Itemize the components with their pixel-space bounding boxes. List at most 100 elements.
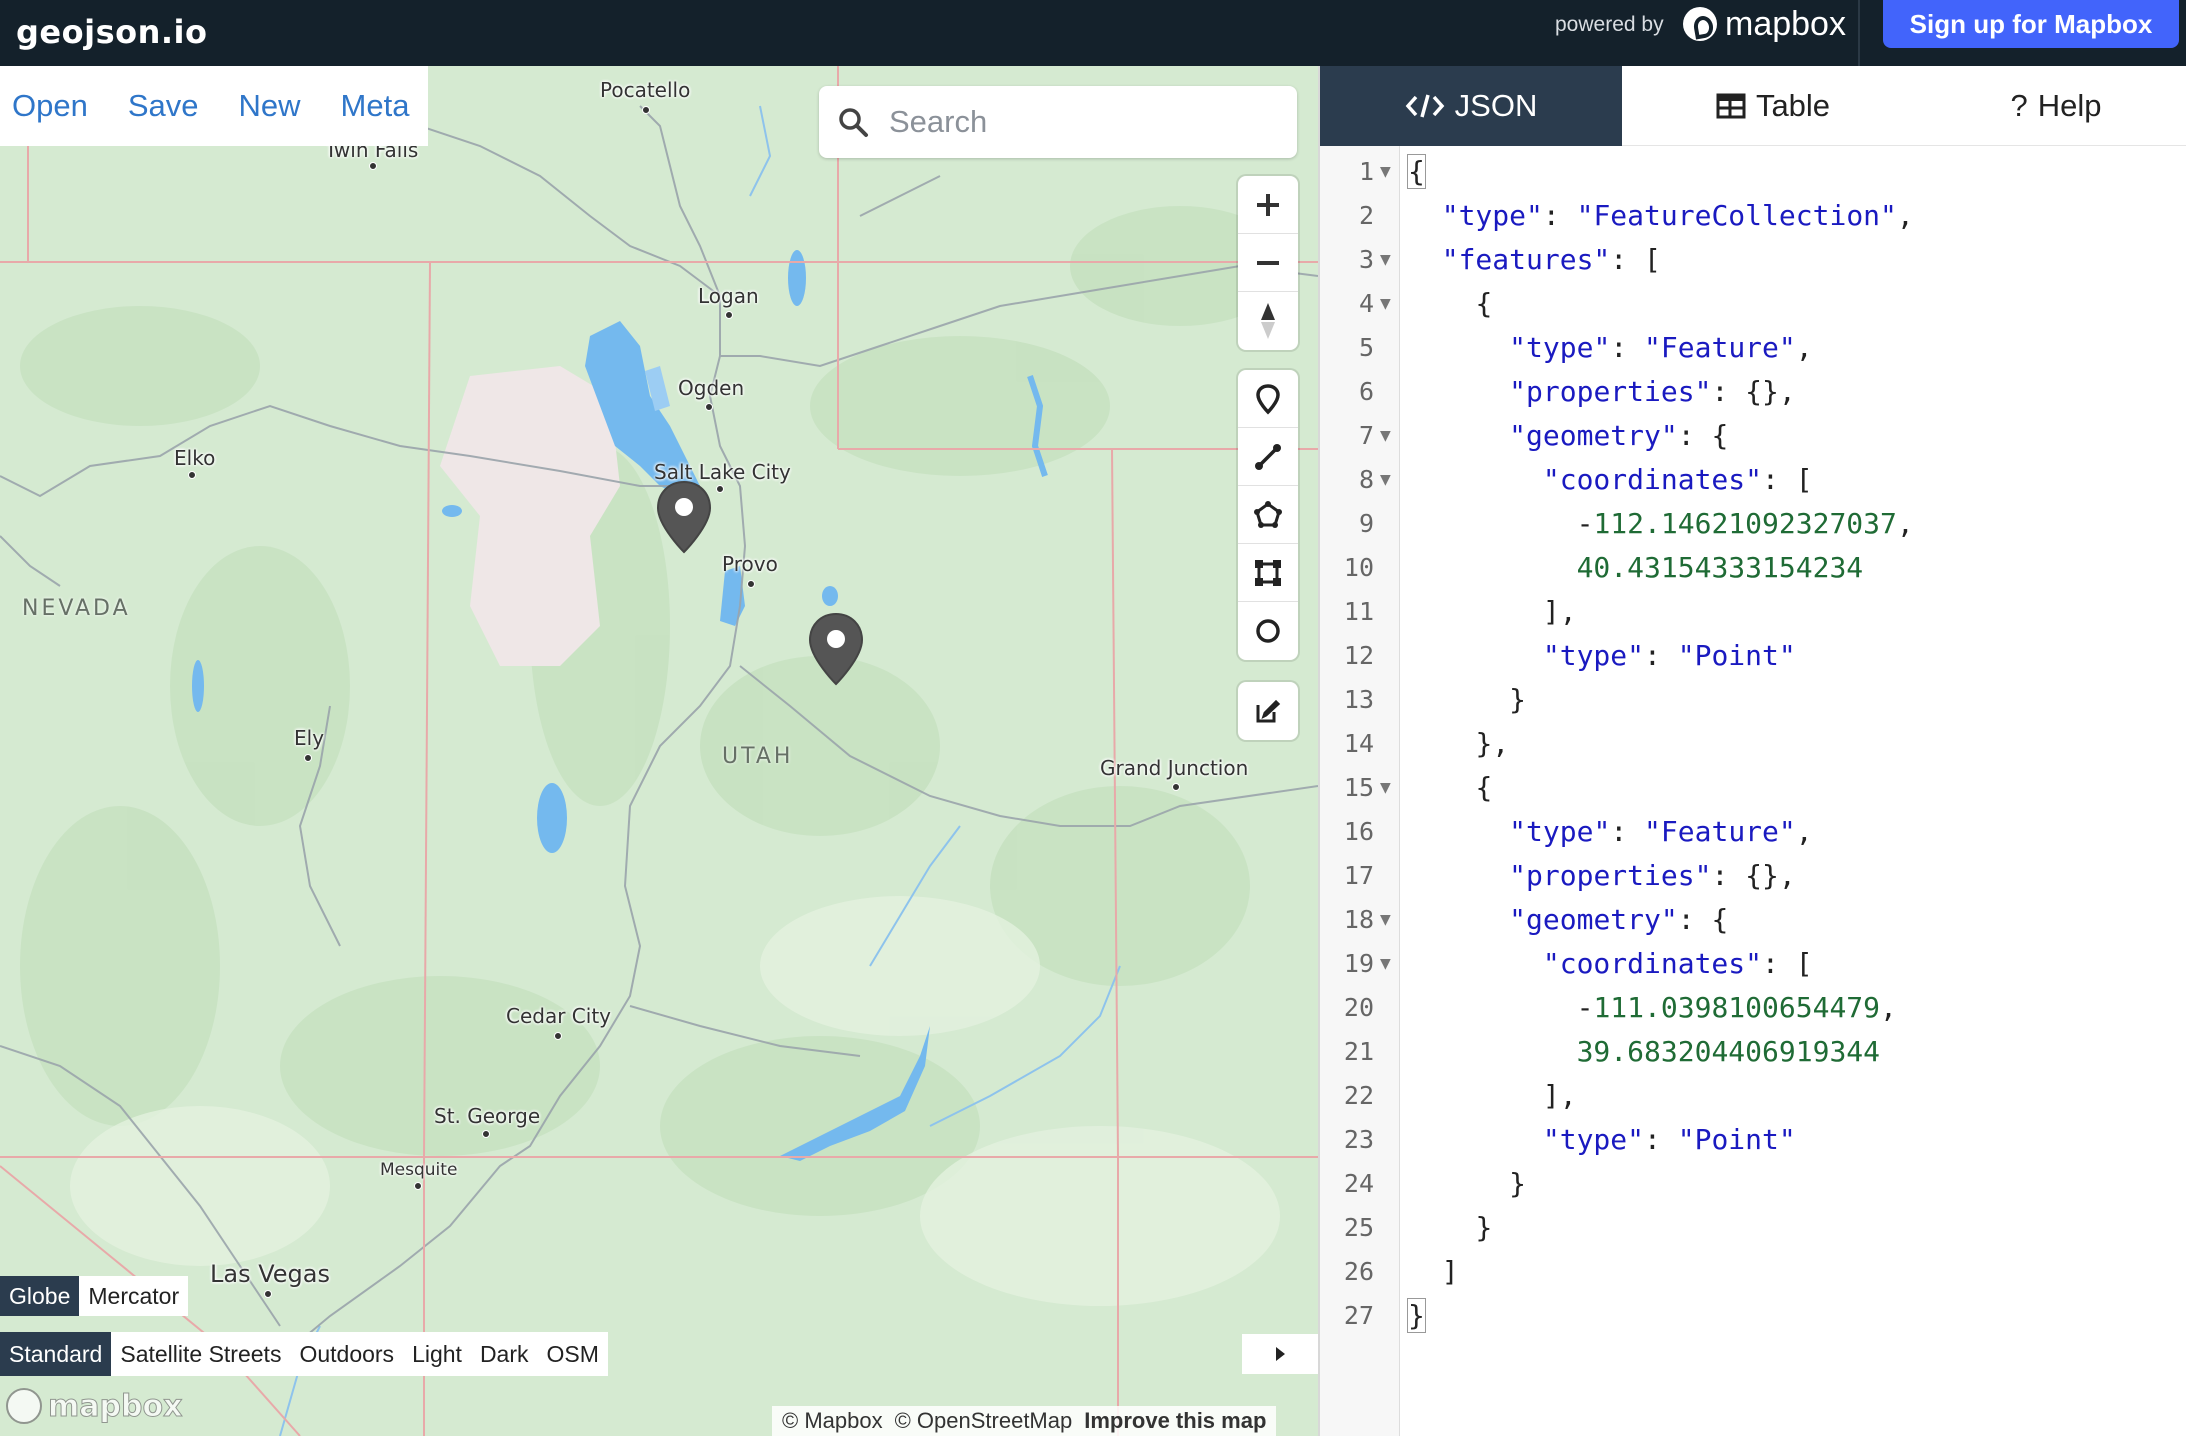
city-label-pocatello: Pocatello	[600, 78, 691, 102]
edit-controls	[1238, 682, 1298, 740]
editor-line[interactable]: 25 }	[1320, 1206, 2186, 1250]
editor-line[interactable]: 19 ▼ "coordinates": [	[1320, 942, 2186, 986]
style-satellite-streets[interactable]: Satellite Streets	[111, 1332, 291, 1376]
editor-line[interactable]: 2 "type": "FeatureCollection",	[1320, 194, 2186, 238]
fold-toggle-icon[interactable]: ▼	[1380, 458, 1391, 502]
search-box[interactable]: Search	[819, 86, 1297, 158]
editor-line[interactable]: 12 "type": "Point"	[1320, 634, 2186, 678]
compass-button[interactable]	[1238, 292, 1298, 350]
editor-line[interactable]: 20 -111.0398100654479,	[1320, 986, 2186, 1030]
draw-circle-button[interactable]	[1238, 602, 1298, 660]
style-light[interactable]: Light	[403, 1332, 471, 1376]
mapbox-logo-icon	[1683, 7, 1717, 41]
editor-line[interactable]: 4 ▼ {	[1320, 282, 2186, 326]
fold-toggle-icon[interactable]: ▼	[1380, 898, 1391, 942]
style-standard[interactable]: Standard	[0, 1332, 112, 1376]
editor-line[interactable]: 10 40.43154333154234	[1320, 546, 2186, 590]
mapbox-logo[interactable]: mapbox	[1683, 4, 1846, 44]
mapbox-wordmark[interactable]: mapbox	[6, 1388, 183, 1424]
editor-line[interactable]: 21 39.683204406919344	[1320, 1030, 2186, 1074]
projection-mercator[interactable]: Mercator	[79, 1276, 189, 1316]
style-outdoors[interactable]: Outdoors	[290, 1332, 404, 1376]
app-brand[interactable]: geojson.io	[16, 6, 207, 58]
collapse-panel-button[interactable]	[1242, 1334, 1318, 1374]
code-token: }	[1509, 1167, 1527, 1200]
fold-toggle-icon[interactable]: ▼	[1380, 942, 1391, 986]
draw-polygon-button[interactable]	[1238, 486, 1298, 544]
map-marker-1[interactable]	[656, 480, 712, 556]
attribution-mapbox[interactable]: © Mapbox	[782, 1408, 883, 1434]
line-content: }	[1408, 1162, 1526, 1206]
editor-line[interactable]: 18 ▼ "geometry": {	[1320, 898, 2186, 942]
edit-features-button[interactable]	[1238, 682, 1298, 740]
code-token: "Point"	[1677, 1123, 1796, 1156]
menu-save[interactable]: Save	[128, 88, 199, 124]
editor-line[interactable]: 7 ▼ "geometry": {	[1320, 414, 2186, 458]
editor-line[interactable]: 24 }	[1320, 1162, 2186, 1206]
attribution-osm[interactable]: © OpenStreetMap	[895, 1408, 1073, 1434]
line-content: "type": "Feature",	[1408, 810, 1813, 854]
menu-meta[interactable]: Meta	[341, 88, 410, 124]
draw-line-button[interactable]	[1238, 428, 1298, 486]
editor-line[interactable]: 1 ▼ {	[1320, 150, 2186, 194]
state-label-utah: UTAH	[722, 744, 794, 769]
editor-line[interactable]: 5 "type": "Feature",	[1320, 326, 2186, 370]
fold-toggle-icon[interactable]: ▼	[1380, 282, 1391, 326]
code-token: {	[1407, 154, 1426, 189]
code-token: ,	[1795, 815, 1813, 848]
tab-json[interactable]: JSON	[1320, 66, 1622, 146]
code-token: ,	[1896, 507, 1914, 540]
menu-open[interactable]: Open	[12, 88, 88, 124]
attribution-improve-map[interactable]: Improve this map	[1084, 1408, 1266, 1434]
tab-table[interactable]: Table	[1622, 66, 1924, 146]
fold-toggle-icon[interactable]: ▼	[1380, 766, 1391, 810]
editor-line[interactable]: 22 ],	[1320, 1074, 2186, 1118]
file-menu: Open Save New Meta	[0, 66, 428, 146]
zoom-out-button[interactable]	[1238, 234, 1298, 292]
style-osm[interactable]: OSM	[537, 1332, 608, 1376]
line-number: 15	[1343, 773, 1374, 802]
editor-line[interactable]: 14 },	[1320, 722, 2186, 766]
code-token: : {},	[1711, 859, 1796, 892]
tab-help-label: Help	[2037, 88, 2102, 123]
draw-rectangle-button[interactable]	[1238, 544, 1298, 602]
style-dark[interactable]: Dark	[470, 1332, 538, 1376]
editor-line[interactable]: 11 ],	[1320, 590, 2186, 634]
map-marker-2[interactable]	[808, 612, 864, 688]
style-toggle: Standard Satellite Streets Outdoors Ligh…	[0, 1332, 608, 1376]
line-content: 39.683204406919344	[1408, 1030, 1880, 1074]
code-token: ]	[1441, 1255, 1459, 1288]
editor-line[interactable]: 17 "properties": {},	[1320, 854, 2186, 898]
editor-line[interactable]: 8 ▼ "coordinates": [	[1320, 458, 2186, 502]
editor-line[interactable]: 16 "type": "Feature",	[1320, 810, 2186, 854]
editor-line[interactable]: 13 }	[1320, 678, 2186, 722]
city-dot-pocatello	[642, 106, 650, 114]
tab-help[interactable]: ? Help	[1924, 66, 2186, 146]
editor-line[interactable]: 6 "properties": {},	[1320, 370, 2186, 414]
fold-toggle-icon[interactable]: ▼	[1380, 414, 1391, 458]
fold-toggle-icon[interactable]: ▼	[1380, 238, 1391, 282]
editor-line[interactable]: 23 "type": "Point"	[1320, 1118, 2186, 1162]
projection-globe[interactable]: Globe	[0, 1276, 80, 1316]
code-token: "type"	[1542, 639, 1645, 672]
editor-line[interactable]: 15 ▼ {	[1320, 766, 2186, 810]
map-canvas[interactable]: Pocatello Twin Falls Logan Ogden Salt La…	[0, 66, 1318, 1436]
menu-new[interactable]: New	[239, 88, 301, 124]
line-content: "geometry": {	[1408, 414, 1728, 458]
draw-point-button[interactable]	[1238, 370, 1298, 428]
polygon-draw-icon	[1254, 500, 1282, 528]
line-number: 14	[1343, 729, 1374, 758]
editor-line[interactable]: 27}	[1320, 1294, 2186, 1338]
fold-toggle-icon[interactable]: ▼	[1380, 150, 1391, 194]
line-number: 17	[1343, 861, 1374, 890]
line-content: -112.14621092327037,	[1408, 502, 1914, 546]
editor-line[interactable]: 9 -112.14621092327037,	[1320, 502, 2186, 546]
search-input[interactable]: Search	[889, 104, 987, 140]
line-content: "features": [	[1408, 238, 1661, 282]
editor-line[interactable]: 3 ▼ "features": [	[1320, 238, 2186, 282]
signup-button[interactable]: Sign up for Mapbox	[1883, 0, 2179, 48]
zoom-in-button[interactable]	[1238, 176, 1298, 234]
line-draw-icon	[1255, 443, 1281, 470]
editor-line[interactable]: 26 ]	[1320, 1250, 2186, 1294]
code-token: ,	[1795, 331, 1813, 364]
